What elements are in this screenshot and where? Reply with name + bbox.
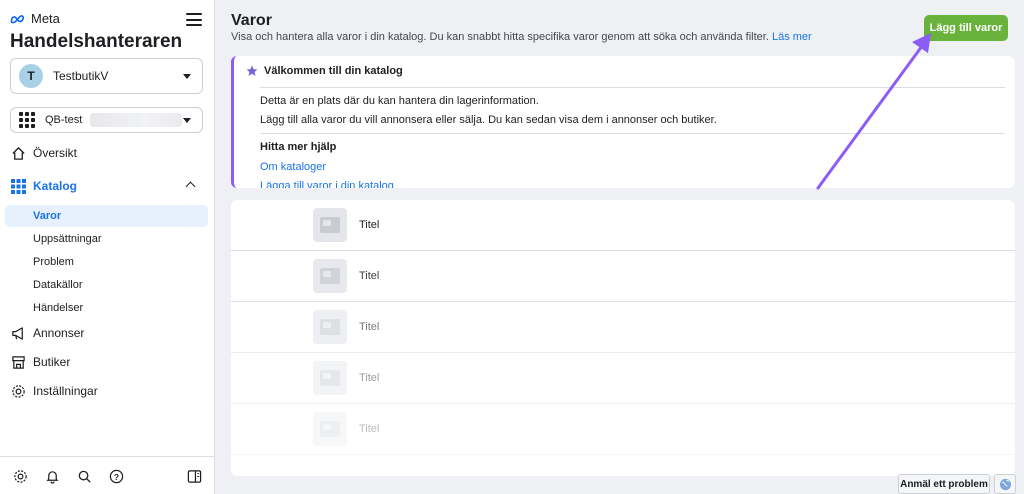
nav-overview-label: Översikt [33,146,78,160]
image-placeholder-icon [313,259,347,293]
catalog-grid-icon [10,178,26,194]
item-title: Titel [359,270,380,282]
gear-icon[interactable] [12,468,28,484]
nav-overview[interactable]: Översikt [10,141,208,165]
chevron-up-icon[interactable] [185,181,196,192]
catalog-grid-icon [19,112,35,128]
account-name: TestbutikV [53,69,109,83]
add-items-help-link[interactable]: Lägga till varor i din katalog [260,180,394,188]
svg-text:?: ? [113,471,118,481]
report-problem-button[interactable]: Anmäl ett problem [898,474,990,494]
bell-icon[interactable] [44,468,60,484]
items-list: Titel Titel Titel Titel Titel [231,200,1015,476]
sidebar-footer: ? [0,456,215,494]
home-icon [10,145,26,161]
nav-ads[interactable]: Annonser [10,321,208,345]
meta-logo-icon [10,14,25,23]
image-placeholder-icon [313,361,347,395]
nav-catalog-label: Katalog [33,179,78,193]
redacted-catalog-id [90,113,183,127]
item-title: Titel [359,321,380,333]
nav-settings[interactable]: Inställningar [10,379,208,403]
sub-item-sets[interactable]: Uppsättningar [5,228,208,250]
sub-item-issues[interactable]: Problem [5,251,208,273]
nav-settings-label: Inställningar [33,384,98,398]
nav-ads-label: Annonser [33,326,85,340]
image-placeholder-icon [313,310,347,344]
sub-item-data-sources[interactable]: Datakällor [5,274,208,296]
image-placeholder-icon [313,208,347,242]
globe-icon[interactable] [994,474,1016,494]
learn-more-link[interactable]: Läs mer [772,31,812,43]
item-title: Titel [359,423,380,435]
caret-down-icon [183,118,191,123]
welcome-card: Välkommen till din katalog Detta är en p… [231,56,1015,188]
list-item[interactable]: Titel [231,353,1015,404]
nav-catalog[interactable]: Katalog [10,174,208,198]
sub-item-events[interactable]: Händelser [5,297,208,319]
add-items-button[interactable]: Lägg till varor [924,15,1008,41]
sub-item-products[interactable]: Varor [5,205,208,227]
welcome-line-2: Lägg till alla varor du vill annonsera e… [260,114,717,126]
star-icon [246,65,258,76]
help-icon[interactable]: ? [108,468,124,484]
catalog-selector[interactable]: QB-test [10,107,203,133]
shop-icon [10,354,26,370]
list-item[interactable]: Titel [231,251,1015,302]
help-heading: Hitta mer hjälp [260,141,337,153]
sidebar: Meta Handelshanteraren T TestbutikV QB-t… [0,0,215,494]
gear-icon [10,383,26,399]
item-title: Titel [359,219,380,231]
list-item[interactable]: Titel [231,200,1015,251]
page-description: Visa och hantera alla varor i din katalo… [231,31,812,43]
nav-shops-label: Butiker [33,355,71,369]
item-title: Titel [359,372,380,384]
menu-icon[interactable] [186,13,202,26]
megaphone-icon [10,325,26,341]
caret-down-icon [183,74,191,79]
page-title: Varor [231,12,272,29]
list-item[interactable]: Titel [231,302,1015,353]
avatar: T [19,64,43,88]
meta-brand: Meta [10,11,60,26]
nav-shops[interactable]: Butiker [10,350,208,374]
brand-label: Meta [31,11,60,26]
search-icon[interactable] [76,468,92,484]
welcome-heading: Välkommen till din katalog [246,65,403,77]
image-placeholder-icon [313,412,347,446]
page-description-text: Visa och hantera alla varor i din katalo… [231,31,769,43]
account-selector[interactable]: T TestbutikV [10,58,203,94]
welcome-line-1: Detta är en plats där du kan hantera din… [260,95,539,107]
catalog-name: QB-test [45,114,83,126]
welcome-heading-text: Välkommen till din katalog [264,65,403,77]
panel-toggle-icon[interactable] [186,468,202,484]
app-title: Handelshanteraren [10,31,183,52]
about-catalogs-link[interactable]: Om kataloger [260,161,326,173]
divider [260,133,1005,134]
divider [260,87,1005,88]
list-item[interactable]: Titel [231,404,1015,455]
